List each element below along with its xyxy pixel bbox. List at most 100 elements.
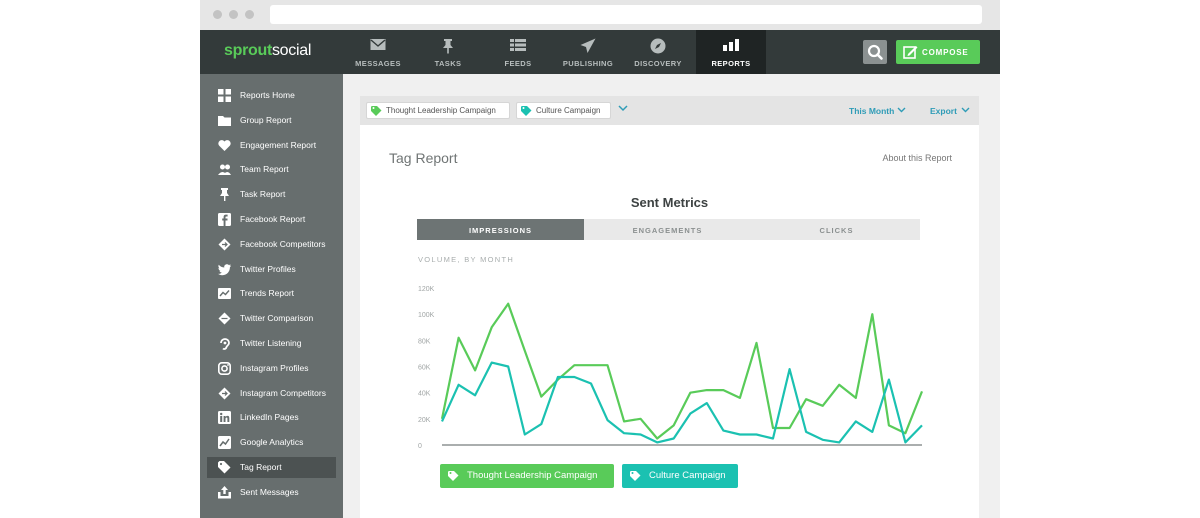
y-tick-label: 40K — [418, 391, 431, 398]
tag-icon — [218, 461, 231, 474]
y-tick-label: 20K — [418, 417, 431, 424]
window-dot[interactable] — [229, 10, 238, 19]
y-tick-label: 60K — [418, 365, 431, 372]
legend-label: Culture Campaign — [649, 470, 726, 481]
legend-thought-leadership[interactable]: Thought Leadership Campaign — [440, 464, 614, 488]
sidebar-item-group-report[interactable]: Group Report — [207, 110, 336, 131]
sidebar-item-label: Twitter Listening — [240, 338, 302, 348]
competitors-icon — [218, 387, 231, 400]
competitors-icon — [218, 238, 231, 251]
nav-label: TASKS — [434, 59, 462, 68]
logo-text-sprout: sprout — [224, 42, 272, 59]
nav-label: PUBLISHING — [562, 59, 614, 68]
sidebar-item-instagram-competitors[interactable]: Instagram Competitors — [207, 383, 336, 404]
nav-discovery[interactable]: DISCOVERY — [623, 30, 693, 74]
nav-label: REPORTS — [711, 59, 751, 68]
sidebar-item-task-report[interactable]: Task Report — [207, 184, 336, 205]
sidebar-item-trends-report[interactable]: Trends Report — [207, 283, 336, 304]
sidebar-item-label: Twitter Comparison — [240, 313, 314, 324]
sproutsocial-logo[interactable]: sproutsocial — [224, 42, 311, 60]
sidebar-item-team-report[interactable]: Team Report — [207, 159, 336, 180]
compose-button[interactable]: COMPOSE — [896, 40, 980, 64]
chevron-down-icon — [897, 107, 906, 113]
sidebar-item-facebook-report[interactable]: Facebook Report — [207, 209, 336, 230]
tag-icon — [448, 471, 459, 481]
logo-text-social: social — [271, 42, 312, 59]
series-line-thought-leadership[interactable] — [440, 302, 924, 440]
y-tick-label: 0 — [418, 443, 422, 450]
tags-dropdown-chevron-icon[interactable] — [618, 105, 628, 112]
legend-culture[interactable]: Culture Campaign — [622, 464, 738, 488]
filter-bar: Thought Leadership Campaign Culture Camp… — [360, 96, 979, 125]
tag-icon — [371, 106, 382, 116]
folder-icon — [218, 115, 231, 126]
linkedin-icon — [218, 411, 231, 425]
compose-label: COMPOSE — [922, 48, 969, 57]
nav-messages[interactable]: MESSAGES — [343, 30, 413, 74]
export-dropdown[interactable]: Export — [930, 106, 957, 116]
search-icon — [867, 44, 883, 60]
trends-icon — [218, 288, 231, 300]
main-content: Thought Leadership Campaign Culture Camp… — [343, 74, 1000, 518]
envelope-icon — [370, 39, 386, 50]
report-panel: Tag Report About this Report Sent Metric… — [360, 125, 979, 518]
window-dot[interactable] — [245, 10, 254, 19]
sidebar-item-label: Team Report — [240, 164, 289, 175]
pin-icon — [443, 39, 453, 54]
url-bar[interactable] — [270, 5, 982, 24]
nav-reports[interactable]: REPORTS — [696, 30, 766, 74]
sidebar-item-twitter-profiles[interactable]: Twitter Profiles — [207, 259, 336, 280]
sent-icon — [218, 485, 231, 499]
sidebar-item-google-analytics[interactable]: Google Analytics — [207, 432, 336, 453]
y-tick-label: 100K — [418, 312, 435, 319]
window-dot[interactable] — [213, 10, 222, 19]
sidebar-item-reports-home[interactable]: Reports Home — [207, 85, 336, 106]
analytics-icon — [218, 436, 231, 450]
sidebar-item-linkedin-pages[interactable]: LinkedIn Pages — [207, 407, 336, 428]
twitter-icon — [218, 263, 231, 275]
team-icon — [218, 164, 231, 176]
comparison-icon — [218, 312, 231, 325]
facebook-icon — [218, 213, 231, 226]
tag-filter-thought-leadership[interactable]: Thought Leadership Campaign — [366, 102, 510, 119]
nav-tasks[interactable]: TASKS — [413, 30, 483, 74]
date-range-dropdown[interactable]: This Month — [849, 106, 894, 116]
bar-chart-icon — [723, 39, 739, 51]
pin-icon — [220, 188, 229, 202]
nav-label: FEEDS — [504, 59, 532, 68]
series-line-culture[interactable] — [440, 361, 923, 444]
paper-plane-icon — [580, 38, 596, 53]
sidebar-item-facebook-competitors[interactable]: Facebook Competitors — [207, 234, 336, 255]
sidebar-item-label: Twitter Profiles — [240, 263, 296, 274]
nav-publishing[interactable]: PUBLISHING — [553, 30, 623, 74]
sidebar-item-engagement-report[interactable]: Engagement Report — [207, 135, 336, 156]
sidebar-item-twitter-listening[interactable]: Twitter Listening — [207, 333, 336, 354]
compass-icon — [650, 38, 666, 54]
sidebar-item-instagram-profiles[interactable]: Instagram Profiles — [207, 358, 336, 379]
search-button[interactable] — [863, 40, 887, 64]
nav-feeds[interactable]: FEEDS — [483, 30, 553, 74]
sidebar-item-label: Engagement Report — [240, 139, 317, 150]
browser-window: sproutsocial MESSAGES TASKS FEEDS PUBLIS… — [200, 0, 1000, 518]
tag-filter-label: Culture Campaign — [536, 106, 601, 115]
chevron-down-icon — [961, 107, 970, 113]
legend-label: Thought Leadership Campaign — [467, 470, 598, 481]
sidebar-item-label: Instagram Profiles — [240, 362, 309, 373]
sidebar-item-tag-report[interactable]: Tag Report — [207, 457, 336, 478]
tag-filter-culture[interactable]: Culture Campaign — [516, 102, 611, 119]
reports-sidebar: Reports Home Group Report Engagement Repor… — [200, 74, 343, 518]
sidebar-item-twitter-comparison[interactable]: Twitter Comparison — [207, 308, 336, 329]
browser-chrome — [200, 0, 1000, 30]
grid-icon — [218, 89, 231, 102]
top-navigation: sproutsocial MESSAGES TASKS FEEDS PUBLIS… — [200, 30, 1000, 74]
nav-label: MESSAGES — [355, 59, 401, 68]
y-tick-label: 80K — [418, 338, 431, 345]
nav-label: DISCOVERY — [634, 59, 682, 68]
sidebar-item-label: Group Report — [240, 114, 292, 125]
tag-filter-label: Thought Leadership Campaign — [386, 106, 496, 115]
tag-icon — [521, 106, 532, 116]
sidebar-item-sent-messages[interactable]: Sent Messages — [207, 482, 336, 503]
sidebar-item-label: Instagram Competitors — [240, 387, 326, 398]
sidebar-item-label: Tag Report — [240, 462, 282, 472]
sidebar-item-label: Facebook Report — [240, 214, 306, 224]
